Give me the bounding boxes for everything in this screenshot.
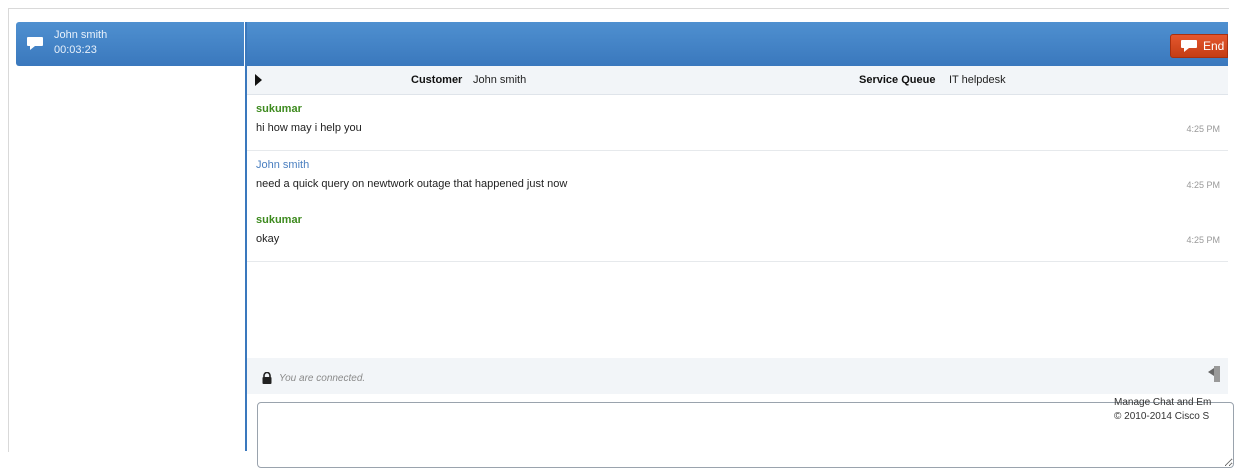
- settings-icon[interactable]: [1208, 364, 1222, 384]
- message-text: hi how may i help you: [256, 122, 362, 134]
- customer-label: Customer: [411, 74, 463, 86]
- footer-product-name: Manage Chat and Em: [1114, 397, 1212, 408]
- connection-status-bar: You are connected.: [247, 358, 1228, 394]
- message-sender: John smith: [256, 159, 310, 171]
- end-chat-icon: [1181, 40, 1197, 52]
- chat-message: John smith need a quick query on newtwor…: [247, 151, 1228, 207]
- chat-message: sukumar okay 4:25 PM: [247, 206, 1228, 262]
- session-customer-name: John smith: [54, 29, 108, 41]
- message-time: 4:25 PM: [1186, 180, 1220, 190]
- customer-info-row: Customer John smith Service Queue IT hel…: [247, 66, 1228, 95]
- message-sender: sukumar: [256, 103, 302, 115]
- message-sender: sukumar: [256, 214, 302, 226]
- chat-bubble-icon: [27, 37, 43, 50]
- message-time: 4:25 PM: [1186, 124, 1220, 134]
- expand-arrow-icon[interactable]: [255, 74, 262, 86]
- lock-icon: [262, 372, 272, 384]
- message-text: okay: [256, 233, 280, 245]
- connection-status-text: You are connected.: [279, 373, 366, 384]
- message-time: 4:25 PM: [1186, 235, 1220, 245]
- service-queue-value: IT helpdesk: [949, 74, 1006, 86]
- chat-message-input[interactable]: [257, 402, 1234, 468]
- message-text: need a quick query on newtwork outage th…: [256, 178, 568, 190]
- customer-value: John smith: [473, 74, 527, 86]
- session-timer: 00:03:23: [54, 44, 97, 56]
- chat-header-bar: End: [247, 22, 1228, 66]
- service-queue-label: Service Queue: [859, 74, 936, 86]
- chat-message: sukumar hi how may i help you 4:25 PM: [247, 95, 1228, 151]
- end-chat-button[interactable]: End: [1170, 34, 1228, 58]
- end-chat-label: End: [1203, 39, 1225, 53]
- footer-copyright: © 2010-2014 Cisco S: [1114, 411, 1210, 422]
- session-item-john-smith[interactable]: John smith 00:03:23: [16, 22, 244, 66]
